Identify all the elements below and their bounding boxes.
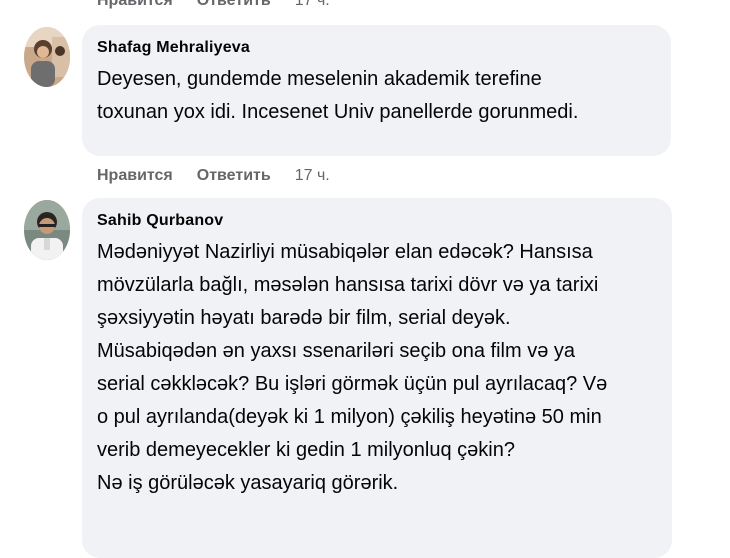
comment-text-line: verib demeyecekler ki gedin 1 milyonluq … xyxy=(97,439,515,461)
comment-text: Mədəniyyət Nazirliyi müsabiqələr elan ed… xyxy=(97,236,656,500)
comment-author[interactable]: Sahib Qurbanov xyxy=(97,212,656,230)
comment-bubble: Sahib Qurbanov Mədəniyyət Nazirliyi müsa… xyxy=(82,198,672,558)
like-link[interactable]: Нравится xyxy=(97,167,173,185)
comment-timestamp[interactable]: 17 ч. xyxy=(295,167,330,185)
comment-actions: Нравится Ответить 17 ч. xyxy=(97,165,330,187)
comment-text: Deyesen, gundemde meselenin akademik ter… xyxy=(97,63,655,129)
avatar-photo-icon xyxy=(24,200,70,260)
comment-timestamp[interactable]: 17 ч. xyxy=(295,0,330,10)
comment-text-line: Deyesen, gundemde meselenin akademik ter… xyxy=(97,68,542,90)
comment-text-line: Mədəniyyət Nazirliyi müsabiqələr elan ed… xyxy=(97,241,593,263)
comment-actions-previous: Нравится Ответить 17 ч. xyxy=(97,0,330,12)
avatar[interactable] xyxy=(24,200,70,260)
comment-text-line: serial cəkkləcək? Bu işləri görmək üçün … xyxy=(97,373,608,395)
comment-text-line: Nə iş görüləcək yasayariq görərik. xyxy=(97,472,399,494)
comment-text-line: şəxsiyyətin həyatı barədə bir film, seri… xyxy=(97,307,511,329)
reply-link[interactable]: Ответить xyxy=(197,0,271,10)
comment-text-line: o pul ayrılanda(deyək ki 1 milyon) çəkil… xyxy=(97,406,602,428)
comment-text-line: Müsabiqədən ən yaxsı ssenariləri seçib o… xyxy=(97,340,576,362)
avatar-photo-icon xyxy=(24,27,70,87)
comment-bubble: Shafag Mehraliyeva Deyesen, gundemde mes… xyxy=(82,25,671,156)
comment-text-line: mövzülarla bağlı, məsələn hansısa tarixi… xyxy=(97,274,599,296)
reply-link[interactable]: Ответить xyxy=(197,167,271,185)
comment-text-line: toxunan yox idi. Incesenet Univ paneller… xyxy=(97,101,579,123)
like-link[interactable]: Нравится xyxy=(97,0,173,10)
comment-author[interactable]: Shafag Mehraliyeva xyxy=(97,39,655,57)
avatar[interactable] xyxy=(24,27,70,87)
